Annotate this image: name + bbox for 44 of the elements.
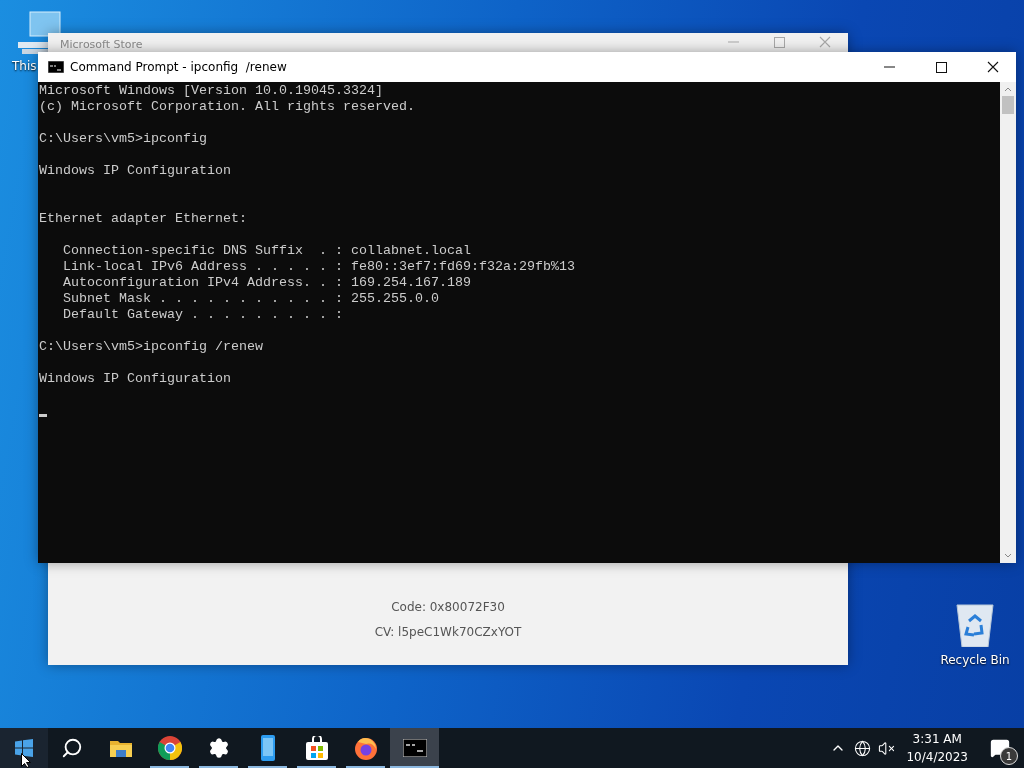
windows-logo-icon — [15, 739, 33, 757]
action-center-button[interactable]: 1 — [976, 728, 1024, 768]
terminal-icon — [402, 739, 427, 757]
close-icon — [819, 36, 831, 48]
maximize-icon — [935, 61, 947, 73]
console-line: Windows IP Configuration — [39, 371, 232, 387]
minimize-icon — [883, 66, 895, 68]
desktop-icon-label: Recycle Bin — [940, 653, 1010, 667]
error-code: Code: 0x80072F30 — [391, 599, 505, 616]
clock[interactable]: 3:31 AM 10/4/2023 — [898, 730, 976, 766]
window-title: Command Prompt - ipconfig /renew — [70, 60, 288, 74]
console-line: Ethernet adapter Ethernet: — [39, 210, 248, 227]
maximize-icon — [773, 36, 785, 48]
close-icon — [987, 61, 999, 73]
window-title: Microsoft Store — [60, 38, 144, 51]
mouse-pointer-icon — [21, 753, 32, 768]
browser-icon — [157, 736, 182, 760]
desktop-icon-label: This — [12, 59, 37, 73]
notification-count: 1 — [1000, 747, 1018, 765]
console-line: (c) Microsoft Corporation. All rights reserved. — [39, 99, 416, 115]
console-line: C:\Users\vm5>ipconfig /renew — [39, 339, 264, 355]
terminal-icon — [48, 61, 64, 73]
globe-icon — [853, 739, 871, 757]
console-line: Connection-specific DNS Suffix . : collabnet.local — [62, 243, 472, 259]
computer-icon — [18, 10, 62, 56]
console-line: Link-local IPv6 Address . . . . . : fe80::3ef7:fd69:f32a:29fb%13 — [62, 259, 576, 275]
console-line: Subnet Mask . . . . . . . . . . . : 255.255.0.0 — [62, 291, 440, 307]
scrollbar[interactable] — [1000, 82, 1016, 563]
store-bag-icon — [305, 736, 328, 760]
console-line: Autoconfiguration IPv4 Address. . : 169.254.167.189 — [62, 275, 472, 291]
recycle-bin-icon[interactable] — [955, 603, 995, 647]
search-icon — [61, 737, 83, 759]
correlation-vector: CV: l5peC1Wk70CZxYOT — [374, 624, 522, 641]
scrollbar-thumb[interactable] — [1002, 96, 1014, 114]
start-button[interactable] — [0, 728, 48, 768]
muted-speaker-icon — [877, 739, 895, 757]
folder-icon — [109, 739, 132, 757]
console-line: Microsoft Windows [Version 10.0.19045.3324] — [39, 83, 384, 99]
settings-icon — [207, 737, 230, 759]
command-prompt-button[interactable] — [390, 728, 439, 768]
console-line: Default Gateway . . . . . . . . . : — [62, 307, 344, 323]
console-line: C:\Users\vm5>ipconfig — [39, 131, 208, 147]
phone-icon — [260, 735, 275, 761]
console-line: Windows IP Configuration — [39, 163, 232, 179]
